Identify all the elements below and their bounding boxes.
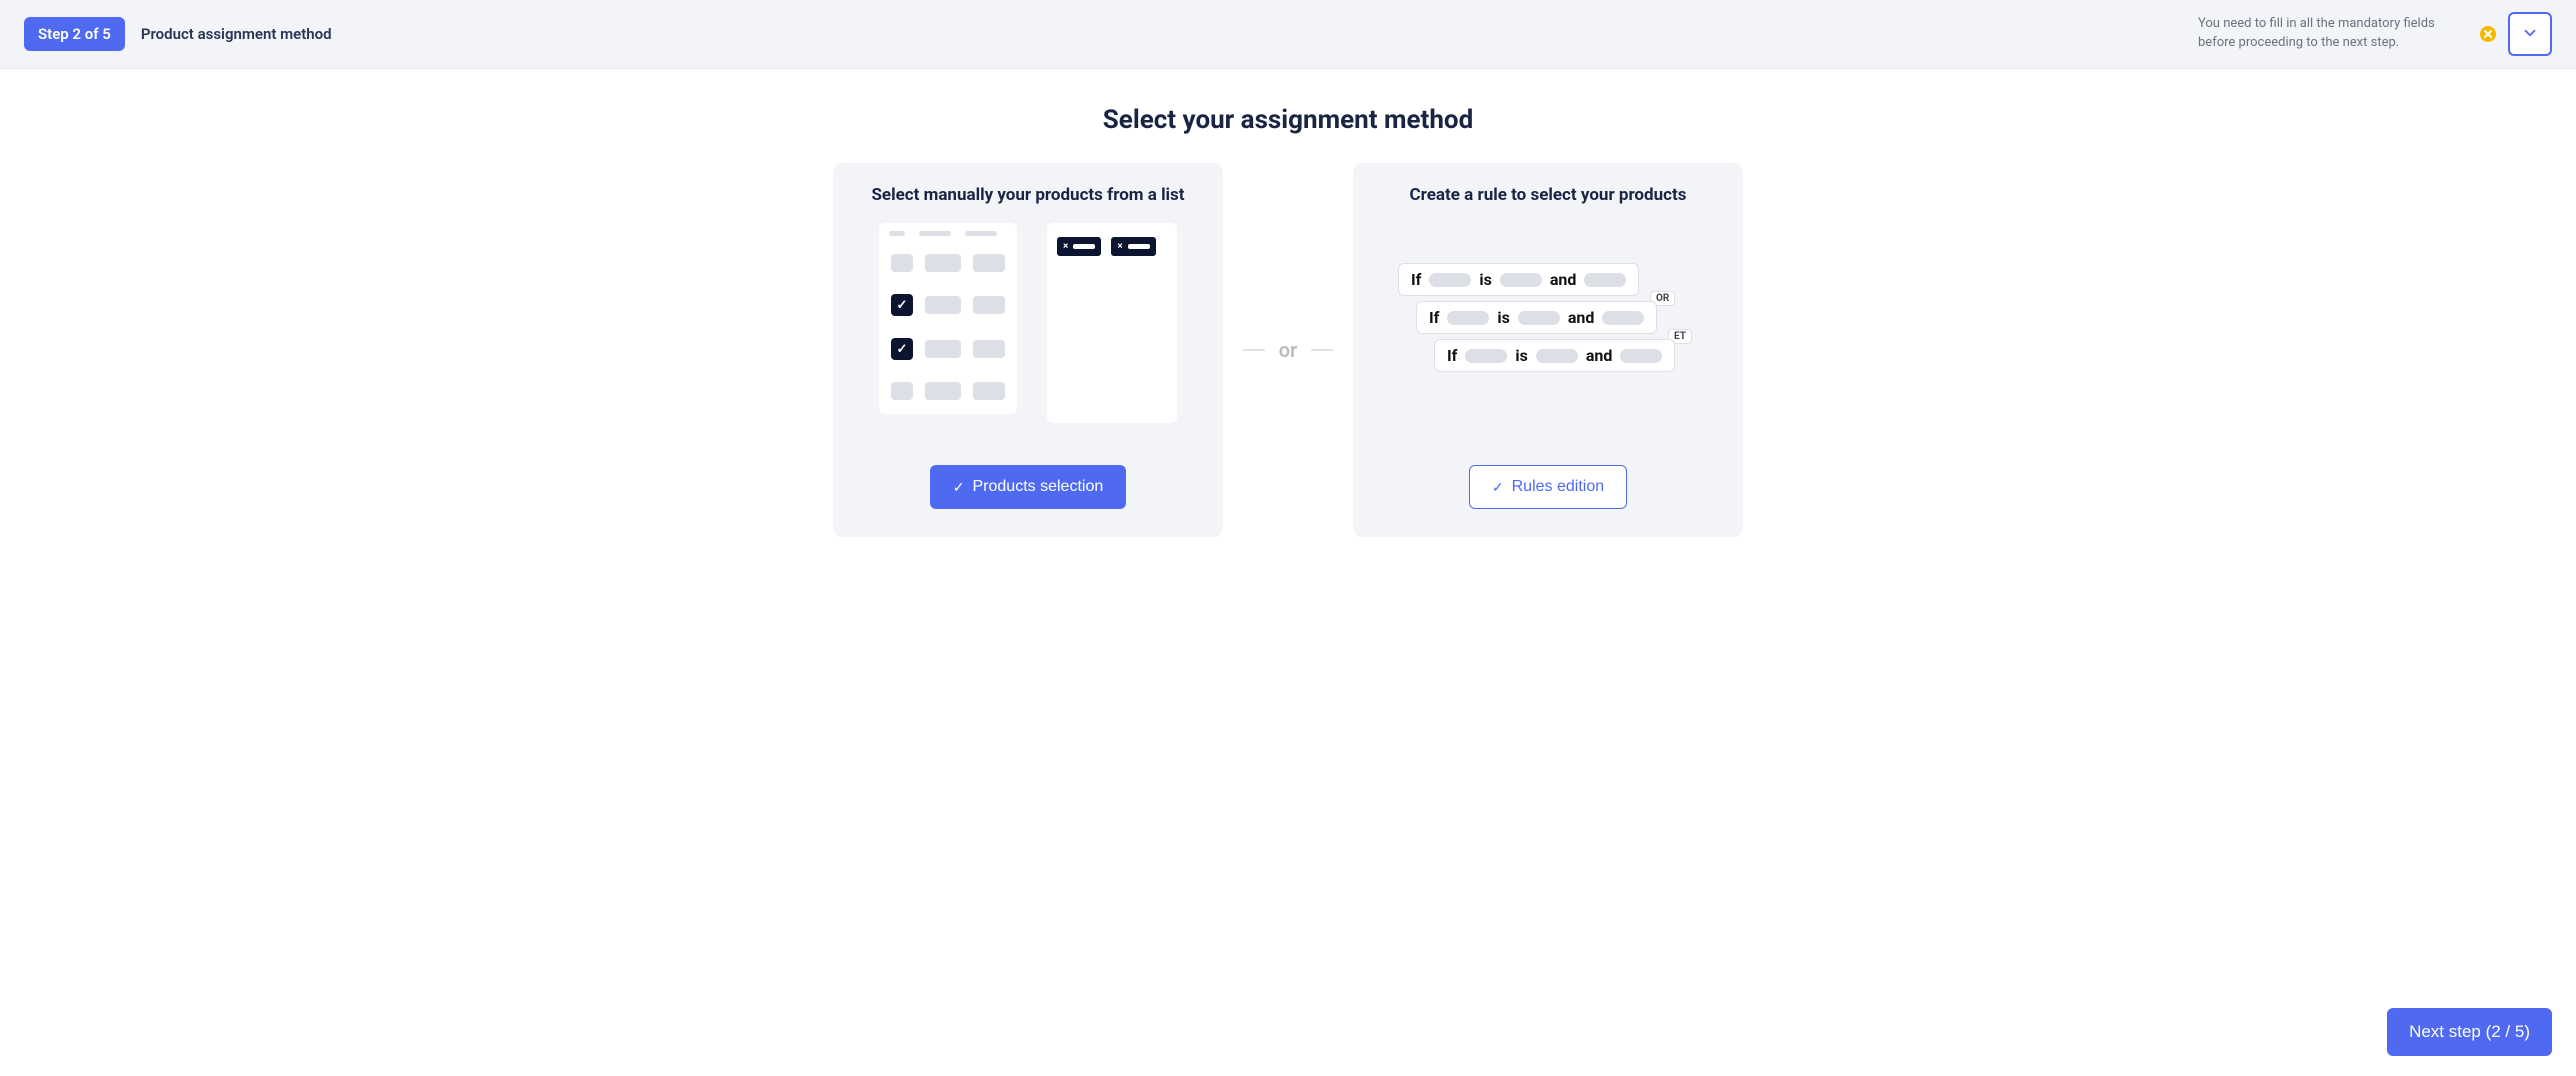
products-selection-button[interactable]: ✓ Products selection [930,465,1126,509]
products-table-illustration: ✓ ✓ [879,223,1017,414]
button-label: Products selection [973,478,1104,496]
top-bar: Step 2 of 5 Product assignment method Yo… [0,0,2576,69]
footer-actions: Next step (2 / 5) [2387,1008,2552,1056]
main-content: Select your assignment method Select man… [508,69,2068,637]
page-heading: Select your assignment method [532,105,2044,135]
separator-label: or [1279,338,1298,362]
close-icon: × [1117,241,1122,252]
close-icon: × [1063,241,1068,252]
step-badge: Step 2 of 5 [24,17,125,51]
check-icon: ✓ [1492,479,1504,496]
rules-edition-button[interactable]: ✓ Rules edition [1469,465,1627,509]
or-separator: or [1223,338,1353,362]
card-title: Create a rule to select your products [1410,185,1687,205]
warning-icon [2480,26,2496,42]
card-illustration: ✓ ✓ × × [855,223,1201,443]
check-icon: ✓ [891,338,913,360]
warning-message: You need to fill in all the mandatory fi… [2198,15,2468,53]
next-step-button[interactable]: Next step (2 / 5) [2387,1008,2552,1056]
card-illustration: If is and OR If is and ET If is and [1375,223,1721,443]
step-title: Product assignment method [141,25,332,43]
check-icon: ✓ [891,294,913,316]
chevron-down-icon [2521,24,2539,45]
card-products-selection[interactable]: Select manually your products from a lis… [833,163,1223,537]
top-bar-right: You need to fill in all the mandatory fi… [2198,12,2552,56]
button-label: Rules edition [1512,478,1605,496]
cards-row: Select manually your products from a lis… [532,163,2044,537]
top-bar-left: Step 2 of 5 Product assignment method [24,17,332,51]
collapse-button[interactable] [2508,12,2552,56]
card-title: Select manually your products from a lis… [871,185,1184,205]
check-icon: ✓ [953,479,965,496]
card-rules-edition[interactable]: Create a rule to select your products If… [1353,163,1743,537]
selected-panel-illustration: × × [1047,223,1177,423]
